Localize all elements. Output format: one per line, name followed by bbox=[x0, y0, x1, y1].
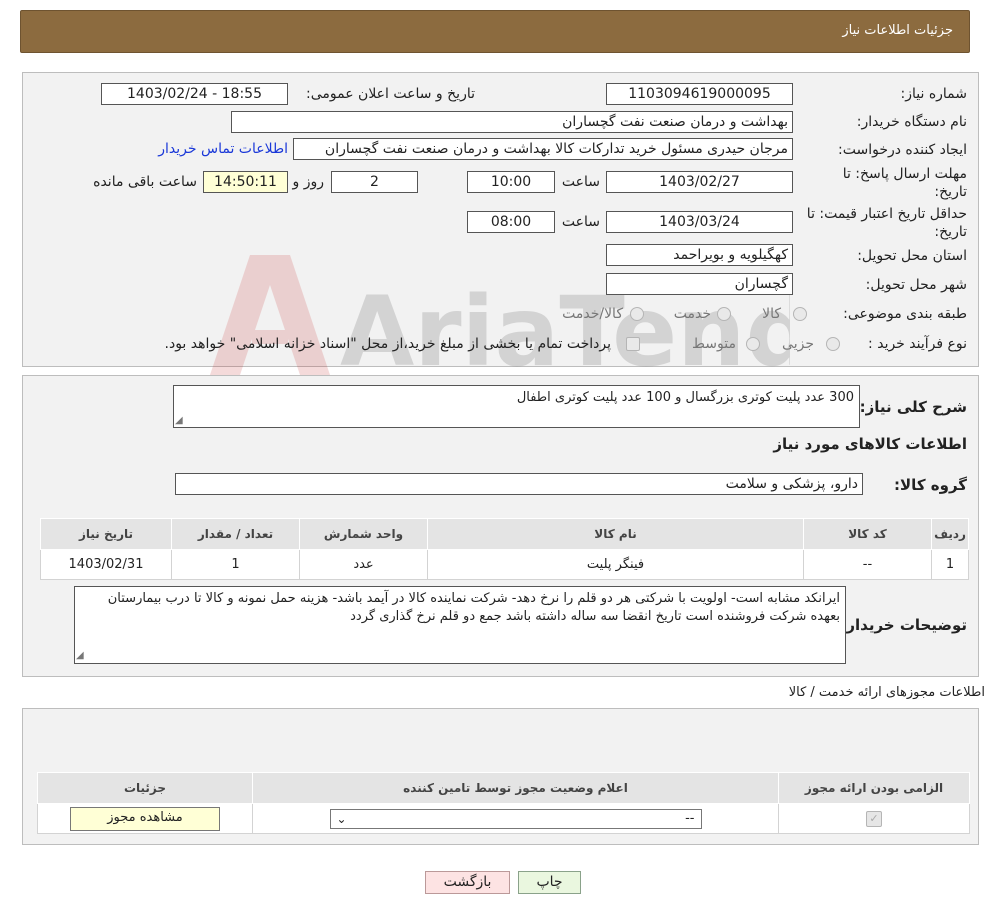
category-goods-label: کالا bbox=[762, 306, 781, 322]
print-button[interactable]: چاپ bbox=[518, 871, 581, 894]
col-quantity: تعداد / مقدار bbox=[171, 518, 300, 550]
buyer-org-field: بهداشت و درمان صنعت نفت گچساران bbox=[231, 111, 793, 133]
back-button[interactable]: بازگشت bbox=[425, 871, 510, 894]
cell-item-name: فینگر پلیت bbox=[427, 549, 804, 580]
category-goods-service-radio[interactable] bbox=[630, 307, 644, 321]
cell-quantity: 1 bbox=[171, 549, 300, 580]
page-header: جزئیات اطلاعات نیاز bbox=[20, 10, 970, 53]
cell-item-code: -- bbox=[803, 549, 932, 580]
province-field: کهگیلویه و بویراحمد bbox=[606, 244, 793, 266]
deadline-label-2: تاریخ: bbox=[934, 184, 967, 200]
permit-status-select-value: -- bbox=[685, 810, 695, 826]
process-minor-radio[interactable] bbox=[826, 337, 840, 351]
permits-table: الزامی بودن ارائه مجوز اعلام وضعیت مجوز … bbox=[37, 772, 970, 834]
group-field: دارو، پزشکی و سلامت bbox=[175, 473, 863, 495]
goods-table-header: ردیف کد کالا نام کالا واحد شمارش تعداد /… bbox=[40, 518, 969, 550]
deadline-date-field: 1403/02/27 bbox=[606, 171, 793, 193]
buyer-org-label: نام دستگاه خریدار: bbox=[856, 114, 967, 130]
summary-label: شرح کلی نیاز: bbox=[859, 398, 967, 416]
buyer-notes-textarea[interactable]: ایرانکد مشابه است- اولویت با شرکتی هر دو… bbox=[74, 586, 846, 664]
city-field: گچساران bbox=[606, 273, 793, 295]
permits-title: اطلاعات مجوزهای ارائه خدمت / کالا bbox=[788, 685, 985, 700]
announce-field: 1403/02/24 - 18:55 bbox=[101, 83, 288, 105]
view-permit-button[interactable]: مشاهده مجوز bbox=[70, 806, 220, 831]
buyer-notes-label: توضیحات خریدار: bbox=[840, 616, 967, 634]
province-label: استان محل تحویل: bbox=[857, 248, 967, 264]
page-title: جزئیات اطلاعات نیاز bbox=[842, 23, 953, 38]
validity-time-label: ساعت bbox=[561, 214, 600, 230]
payment-note: پرداخت تمام یا بخشی از مبلغ خرید،از محل … bbox=[164, 336, 611, 352]
permit-status-select[interactable]: -- ⌄ bbox=[329, 808, 702, 829]
permits-table-header: الزامی بودن ارائه مجوز اعلام وضعیت مجوز … bbox=[37, 772, 970, 804]
remaining-label: ساعت باقی مانده bbox=[93, 174, 197, 190]
need-number-field: 1103094619000095 bbox=[606, 83, 793, 105]
permit-required-checkbox: ✓ bbox=[866, 810, 882, 827]
summary-resize-grip[interactable]: ◢ bbox=[175, 416, 185, 426]
category-goods-service-label: کالا/خدمت bbox=[562, 306, 623, 322]
deadline-label-1: مهلت ارسال پاسخ: تا bbox=[842, 166, 967, 182]
days-label: روز و bbox=[292, 174, 325, 190]
cell-permit-details: مشاهده مجوز bbox=[37, 803, 253, 834]
cell-need-date: 1403/02/31 bbox=[40, 549, 172, 580]
col-unit: واحد شمارش bbox=[299, 518, 428, 550]
process-label: نوع فرآیند خرید : bbox=[868, 336, 967, 352]
requester-label: ایجاد کننده درخواست: bbox=[838, 142, 967, 158]
goods-table: ردیف کد کالا نام کالا واحد شمارش تعداد /… bbox=[40, 518, 969, 580]
buyer-notes-resize-grip[interactable]: ◢ bbox=[76, 651, 86, 661]
col-permit-status: اعلام وضعیت مجوز توسط تامین کننده bbox=[252, 772, 779, 804]
deadline-time-label: ساعت bbox=[561, 174, 600, 190]
announce-label: تاریخ و ساعت اعلان عمومی: bbox=[306, 86, 475, 102]
category-goods-radio[interactable] bbox=[793, 307, 807, 321]
deadline-time-field: 10:00 bbox=[467, 171, 555, 193]
permits-table-row: ✓ -- ⌄ مشاهده مجوز bbox=[37, 803, 970, 834]
need-number-label: شماره نیاز: bbox=[900, 86, 968, 102]
validity-label-2: تاریخ: bbox=[934, 224, 967, 240]
chevron-down-icon: ⌄ bbox=[336, 811, 347, 826]
process-minor-label: جزیی bbox=[782, 336, 814, 352]
col-need-date: تاریخ نیاز bbox=[40, 518, 172, 550]
col-item-code: کد کالا bbox=[803, 518, 932, 550]
col-row-number: ردیف bbox=[931, 518, 969, 550]
summary-textarea[interactable]: 300 عدد پلیت کوتری بزرگسال و 100 عدد پلی… bbox=[173, 385, 860, 428]
process-medium-label: متوسط bbox=[692, 336, 736, 352]
table-row: 1 -- فینگر پلیت عدد 1 1403/02/31 bbox=[40, 549, 969, 580]
col-permit-required: الزامی بودن ارائه مجوز bbox=[778, 772, 970, 804]
days-field: 2 bbox=[331, 171, 418, 193]
cell-permit-status: -- ⌄ bbox=[252, 803, 779, 834]
validity-date-field: 1403/03/24 bbox=[606, 211, 793, 233]
payment-checkbox[interactable] bbox=[626, 337, 640, 351]
remaining-time-field: 14:50:11 bbox=[203, 171, 288, 193]
process-medium-radio[interactable] bbox=[746, 337, 760, 351]
group-label: گروه کالا: bbox=[894, 476, 967, 494]
requester-field: مرجان حیدری مسئول خرید تدارکات کالا بهدا… bbox=[293, 138, 793, 160]
goods-heading: اطلاعات کالاهای مورد نیاز bbox=[773, 435, 967, 453]
validity-label-1: حداقل تاریخ اعتبار قیمت: تا bbox=[806, 206, 967, 222]
col-item-name: نام کالا bbox=[427, 518, 804, 550]
col-permit-details: جزئیات bbox=[37, 772, 253, 804]
buyer-contact-link[interactable]: اطلاعات تماس خریدار bbox=[158, 141, 288, 157]
category-service-label: خدمت bbox=[673, 306, 711, 322]
city-label: شهر محل تحویل: bbox=[865, 277, 967, 293]
cell-unit: عدد bbox=[299, 549, 428, 580]
cell-row-number: 1 bbox=[931, 549, 969, 580]
cell-permit-required: ✓ bbox=[778, 803, 970, 834]
category-label: طبقه بندی موضوعی: bbox=[843, 306, 967, 322]
category-service-radio[interactable] bbox=[717, 307, 731, 321]
validity-time-field: 08:00 bbox=[467, 211, 555, 233]
